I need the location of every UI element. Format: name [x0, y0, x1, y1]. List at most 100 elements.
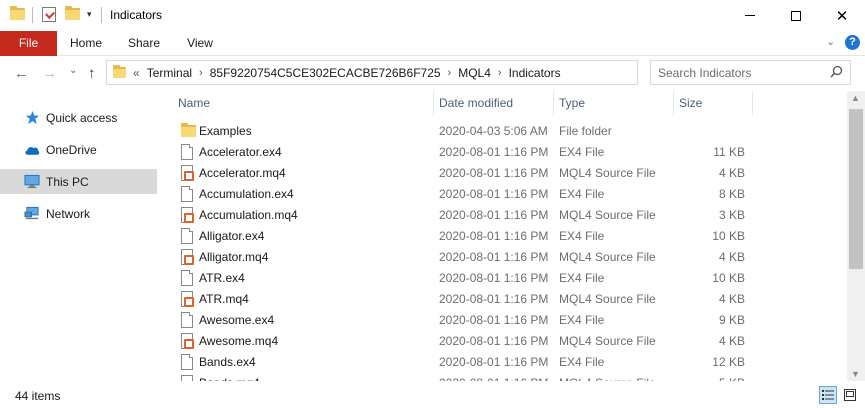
table-row[interactable]: Bands.ex4 2020-08-01 1:16 PM EX4 File 12 KB — [162, 352, 847, 373]
mq4-file-icon — [181, 207, 195, 223]
large-icons-view-button[interactable] — [841, 386, 859, 404]
back-button[interactable]: ← — [14, 65, 29, 82]
item-count: 44 items — [15, 389, 61, 403]
file-size: 4 KB — [718, 292, 745, 306]
new-folder-icon[interactable] — [65, 6, 80, 20]
scroll-up-icon[interactable]: ▲ — [851, 93, 860, 103]
nav-item-quick-access[interactable]: Quick access — [0, 105, 157, 130]
ribbon-collapse-icon[interactable]: ⌄ — [826, 35, 835, 48]
file-name: Awesome.mq4 — [199, 334, 279, 348]
tab-share[interactable]: Share — [119, 31, 169, 56]
nav-item-label: Network — [46, 206, 91, 221]
file-size: 9 KB — [718, 313, 745, 327]
title-divider — [101, 7, 102, 23]
address-row: ← → ⌄ ↑ « Terminal › 85F9220754C5CE302EC… — [0, 56, 865, 91]
table-row[interactable]: Awesome.ex4 2020-08-01 1:16 PM EX4 File 9 K… — [162, 310, 847, 331]
close-icon: ✕ — [835, 7, 849, 25]
column-header-name[interactable]: Name — [178, 91, 210, 115]
nav-item-network[interactable]: Network — [0, 201, 157, 226]
sort-ascending-icon: ⌃ — [296, 91, 304, 97]
mq4-file-icon — [181, 165, 195, 181]
minimize-icon — [745, 15, 755, 16]
column-divider[interactable] — [673, 91, 674, 115]
file-date-modified: 2020-04-03 5:06 AM — [439, 124, 548, 138]
file-size: 12 KB — [712, 355, 745, 369]
table-row[interactable]: ATR.ex4 2020-08-01 1:16 PM EX4 File 10 KB — [162, 268, 847, 289]
mq4-file-icon — [181, 249, 195, 265]
table-row[interactable]: Alligator.ex4 2020-08-01 1:16 PM EX4 File 1… — [162, 226, 847, 247]
column-header-date-modified[interactable]: Date modified — [439, 91, 513, 115]
file-name: ATR.mq4 — [199, 292, 249, 306]
nav-item-label: This PC — [46, 174, 89, 189]
breadcrumb: « Terminal › 85F9220754C5CE302ECACBE726B… — [133, 66, 561, 80]
breadcrumb-overflow[interactable]: « — [133, 66, 140, 80]
nav-item-onedrive[interactable]: OneDrive — [0, 137, 157, 162]
file-size: 10 KB — [712, 271, 745, 285]
table-row[interactable]: ATR.mq4 2020-08-01 1:16 PM MQL4 Source Fil… — [162, 289, 847, 310]
help-icon[interactable]: ? — [845, 35, 860, 50]
breadcrumb-terminal-id[interactable]: 85F9220754C5CE302ECACBE726B6F725 — [210, 66, 441, 80]
nav-item-this-pc[interactable]: This PC — [0, 169, 157, 194]
column-divider[interactable] — [752, 91, 753, 115]
scrollbar-thumb[interactable] — [849, 109, 863, 269]
file-type: EX4 File — [559, 229, 605, 243]
minimize-button[interactable] — [727, 0, 773, 31]
scroll-down-icon[interactable]: ▼ — [851, 369, 860, 379]
maximize-button[interactable] — [773, 0, 819, 31]
maximize-icon — [791, 10, 801, 21]
tab-home[interactable]: Home — [62, 31, 110, 56]
breadcrumb-terminal[interactable]: Terminal — [147, 66, 192, 80]
up-button[interactable]: ↑ — [88, 65, 96, 82]
chevron-right-icon[interactable]: › — [448, 67, 452, 79]
search-box[interactable] — [650, 60, 851, 85]
file-size: 3 KB — [718, 208, 745, 222]
file-icon — [181, 186, 195, 202]
mq4-file-icon — [181, 333, 195, 349]
file-size: 4 KB — [718, 166, 745, 180]
tab-file[interactable]: File — [0, 31, 57, 56]
close-button[interactable]: ✕ — [819, 0, 865, 31]
table-row[interactable]: Examples 2020-04-03 5:06 AM File folder — [162, 121, 847, 142]
table-row[interactable]: Accelerator.ex4 2020-08-01 1:16 PM EX4 Fil… — [162, 142, 847, 163]
table-row[interactable]: Accumulation.mq4 2020-08-01 1:16 PM MQL4 S… — [162, 205, 847, 226]
tab-view[interactable]: View — [177, 31, 223, 56]
table-row[interactable]: Bands.mq42020-08-01 1:16 PMMQL4 Source F… — [162, 373, 847, 381]
column-divider[interactable] — [553, 91, 554, 115]
column-header-type[interactable]: Type — [559, 91, 585, 115]
file-type: EX4 File — [559, 313, 605, 327]
properties-icon[interactable] — [42, 7, 56, 22]
table-row[interactable]: Awesome.mq4 2020-08-01 1:16 PM MQL4 Source… — [162, 331, 847, 352]
file-date-modified: 2020-08-01 1:16 PM — [439, 292, 549, 306]
file-type: MQL4 Source File — [559, 166, 656, 180]
chevron-right-icon[interactable]: › — [498, 67, 502, 79]
breadcrumb-mql4[interactable]: MQL4 — [458, 66, 491, 80]
customize-dropdown-icon[interactable]: ▾ — [87, 9, 92, 20]
file-type: EX4 File — [559, 271, 605, 285]
file-date-modified: 2020-08-01 1:16 PM — [439, 355, 549, 369]
vertical-scrollbar[interactable]: ▲ ▼ — [847, 91, 865, 381]
file-date-modified: 2020-08-01 1:16 PM — [439, 208, 549, 222]
recent-locations-button[interactable]: ⌄ — [69, 65, 77, 76]
forward-button[interactable]: → — [42, 65, 57, 82]
status-bar: 44 items — [0, 381, 865, 408]
folder-icon — [10, 6, 25, 20]
column-divider[interactable] — [433, 91, 434, 115]
search-input[interactable] — [658, 66, 828, 80]
address-bar[interactable]: « Terminal › 85F9220754C5CE302ECACBE726B… — [106, 60, 739, 85]
network-icon — [24, 206, 40, 222]
nav-item-label: Quick access — [46, 110, 118, 125]
table-row[interactable]: Accelerator.mq4 2020-08-01 1:16 PM MQL4 So… — [162, 163, 847, 184]
search-icon[interactable] — [830, 65, 843, 78]
table-row[interactable]: Accumulation.ex4 2020-08-01 1:16 PM EX4 Fi… — [162, 184, 847, 205]
file-icon — [181, 144, 195, 160]
file-type: EX4 File — [559, 145, 605, 159]
chevron-right-icon[interactable]: › — [199, 67, 203, 79]
window-title: Indicators — [110, 8, 163, 22]
file-size: 8 KB — [718, 187, 745, 201]
details-view-button[interactable] — [819, 386, 837, 404]
table-row[interactable]: Alligator.mq4 2020-08-01 1:16 PM MQL4 Sour… — [162, 247, 847, 268]
column-header-size[interactable]: Size — [679, 91, 702, 115]
breadcrumb-indicators[interactable]: Indicators — [509, 66, 561, 80]
file-icon — [181, 354, 195, 370]
file-type: File folder — [559, 124, 612, 138]
